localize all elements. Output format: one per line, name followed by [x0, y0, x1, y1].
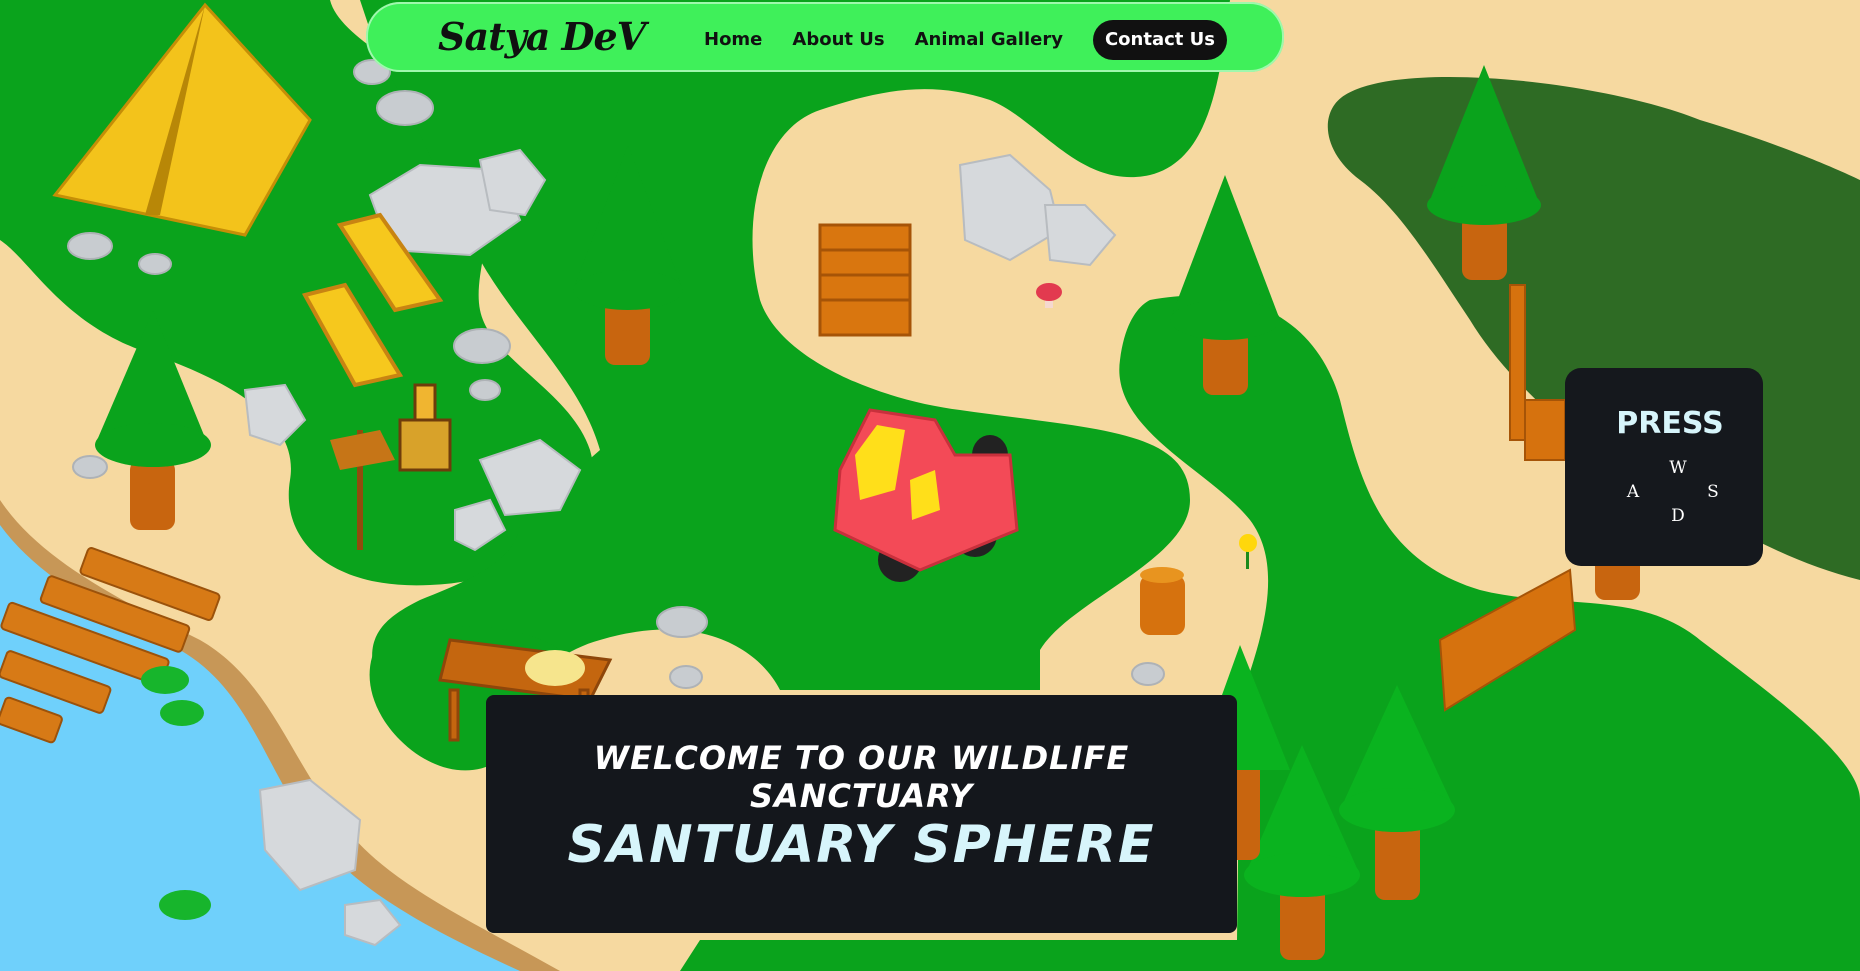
controls-title: PRESS [1616, 406, 1724, 441]
nav-link-animal-gallery[interactable]: Animal Gallery [915, 23, 1063, 57]
nav-link-home[interactable]: Home [704, 23, 762, 57]
top-navbar: Satya DeV Home About Us Animal Gallery C… [366, 2, 1284, 72]
key-s: S [1707, 482, 1719, 502]
key-w: W [1669, 458, 1687, 478]
hero-title: SANTUARY SPHERE [567, 815, 1156, 875]
welcome-subtitle: WELCOME TO OUR WILDLIFE SANCTUARY [593, 739, 1130, 815]
nav-link-about-us[interactable]: About Us [792, 23, 884, 57]
key-a: A [1626, 482, 1640, 502]
welcome-panel: WELCOME TO OUR WILDLIFE SANCTUARY SANTUA… [486, 695, 1237, 933]
brand-logo[interactable]: Satya DeV [438, 14, 646, 59]
tree-stump [1140, 567, 1185, 635]
crates [818, 223, 912, 337]
key-d: D [1671, 506, 1685, 526]
nav-links: Home About Us Animal Gallery Contact Us [704, 20, 1227, 60]
contact-us-button[interactable]: Contact Us [1092, 20, 1227, 60]
controls-panel: PRESS W A S D [1565, 368, 1763, 566]
